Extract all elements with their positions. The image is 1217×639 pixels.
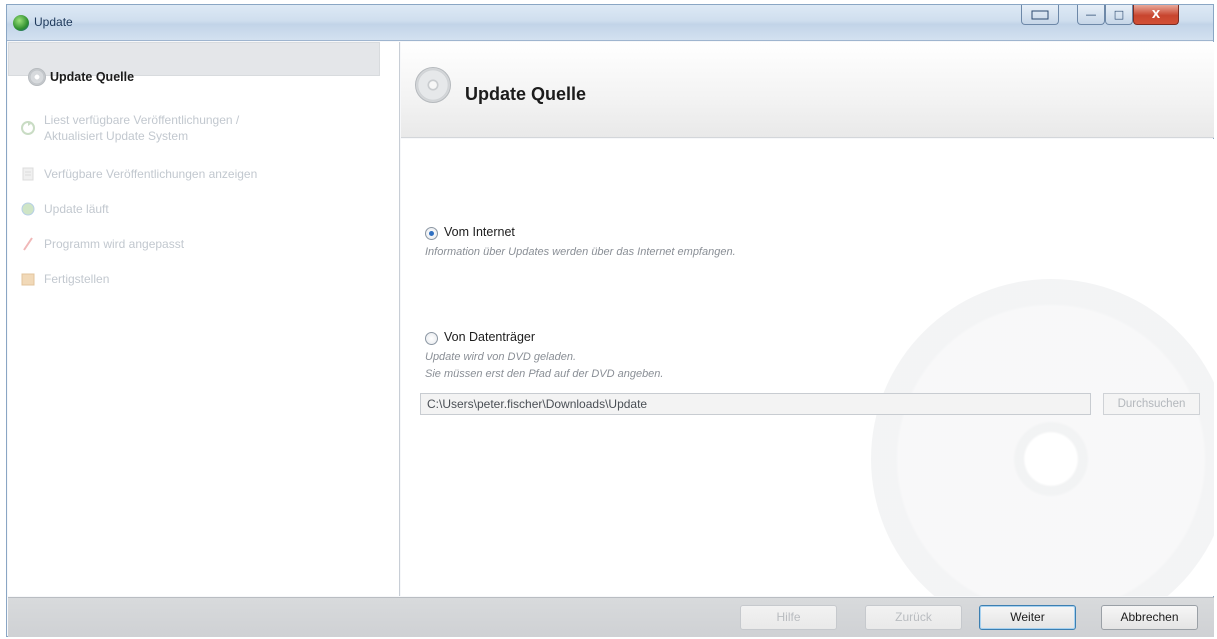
internet-option-label[interactable]: Vom Internet xyxy=(444,225,515,239)
update-globe-icon xyxy=(20,201,36,217)
sidebar-item-label: Liest verfügbare Veröffentlichungen / xyxy=(44,113,240,127)
sidebar-item-label: Verfügbare Veröffentlichungen anzeigen xyxy=(44,167,258,181)
maximize-button[interactable]: □ xyxy=(1105,5,1133,25)
sidebar-item-label: Programm wird angepasst xyxy=(44,237,185,251)
wand-icon xyxy=(20,236,36,252)
wizard-steps-sidebar: Update Quelle Liest verfügbare Veröffent… xyxy=(8,42,400,596)
help-button[interactable]: Hilfe xyxy=(740,605,837,630)
page-title: Update Quelle xyxy=(465,84,587,104)
sidebar-item-label: Aktualisiert Update System xyxy=(44,129,189,143)
sidebar-item-program-adjusted: Programm wird angepasst xyxy=(20,236,184,252)
browse-button[interactable]: Durchsuchen xyxy=(1103,393,1200,415)
sidebar-item-finish: Fertigstellen xyxy=(20,271,109,287)
window-title: Update xyxy=(34,15,73,29)
internet-option-description: Information über Updates werden über das… xyxy=(425,246,736,258)
window-extra-button[interactable] xyxy=(1021,5,1059,25)
sidebar-item-label: Update Quelle xyxy=(50,70,135,84)
app-update-icon xyxy=(13,15,29,31)
sidebar-item-update-running: Update läuft xyxy=(20,201,109,217)
step-content: Vom Internet Information über Updates we… xyxy=(401,139,1214,596)
cancel-button[interactable]: Abbrechen xyxy=(1101,605,1198,630)
media-option-description: Update wird von DVD geladen. xyxy=(425,351,577,363)
finish-icon xyxy=(20,271,36,287)
back-button[interactable]: Zurück xyxy=(865,605,962,630)
media-option-hint: Sie müssen erst den Pfad auf der DVD ang… xyxy=(425,368,664,380)
media-option-label[interactable]: Von Datenträger xyxy=(444,330,535,344)
sync-icon xyxy=(20,120,36,136)
sidebar-item-label: Update läuft xyxy=(44,202,109,216)
sidebar-item-read-releases: Liest verfügbare Veröffentlichungen / Ak… xyxy=(20,112,239,144)
title-bar[interactable]: Update — □ X xyxy=(7,5,1213,41)
cd-icon xyxy=(415,67,451,103)
background-cd-watermark xyxy=(871,279,1214,596)
media-radio[interactable] xyxy=(425,332,438,345)
update-window: Update — □ X Update Quelle Liest verfügb… xyxy=(6,4,1214,637)
internet-radio[interactable] xyxy=(425,227,438,240)
next-button[interactable]: Weiter xyxy=(979,605,1076,630)
close-button[interactable]: X xyxy=(1133,5,1179,25)
sidebar-item-show-releases: Verfügbare Veröffentlichungen anzeigen xyxy=(20,166,257,182)
dvd-path-field[interactable]: C:\Users\peter.fischer\Downloads\Update xyxy=(420,393,1091,415)
wizard-footer: Hilfe Zurück Weiter Abbrechen xyxy=(8,597,1214,637)
cd-icon xyxy=(28,68,46,86)
window-mode-icon xyxy=(1031,10,1049,19)
list-icon xyxy=(20,166,36,182)
step-header: Update Quelle xyxy=(401,42,1214,138)
minimize-button[interactable]: — xyxy=(1077,5,1105,25)
sidebar-item-label: Fertigstellen xyxy=(44,272,110,286)
